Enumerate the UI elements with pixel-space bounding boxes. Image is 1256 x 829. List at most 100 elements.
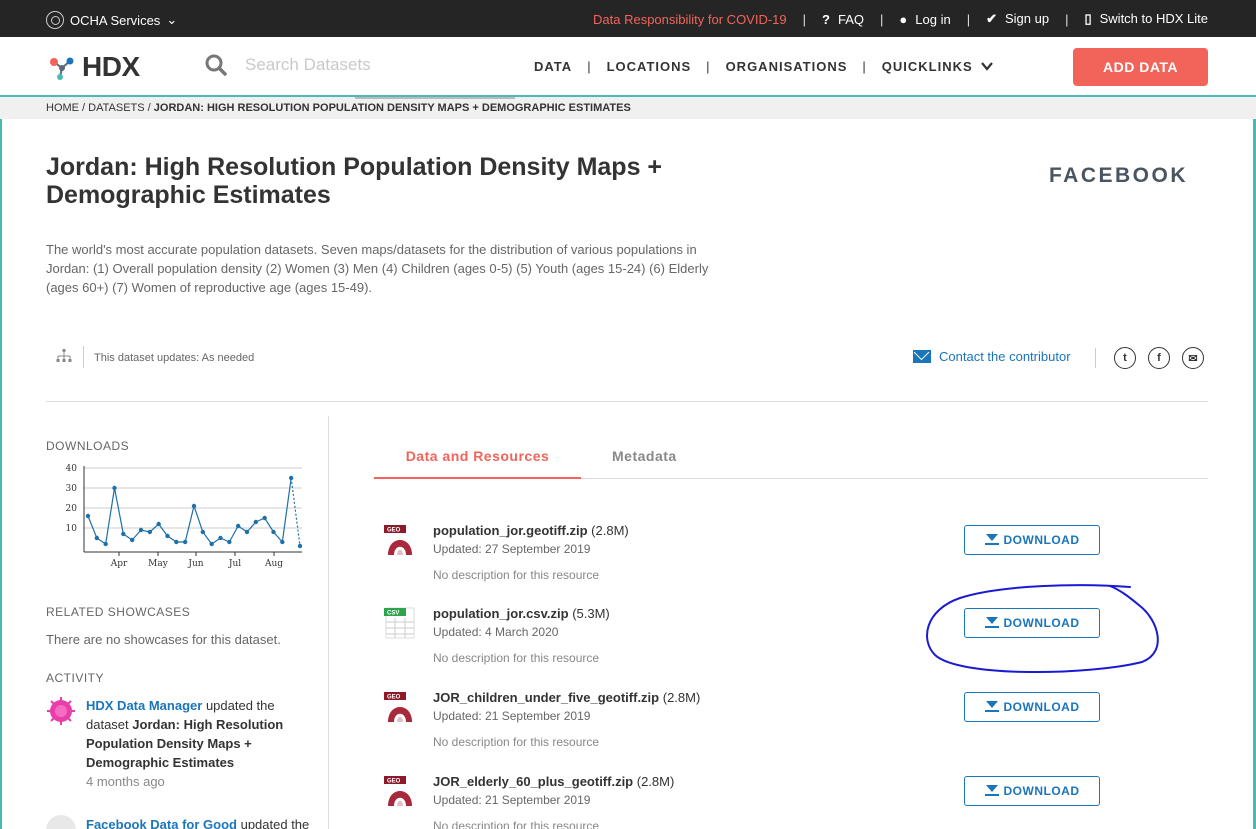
chart-point — [271, 529, 276, 535]
divider — [83, 346, 84, 368]
hdx-lite-link[interactable]: ▯ Switch to HDX Lite — [1084, 11, 1208, 27]
chart-point — [129, 537, 135, 543]
chart-point — [244, 529, 250, 535]
breadcrumb-home[interactable]: HOME — [46, 102, 79, 114]
nav-locations[interactable]: LOCATIONS — [607, 59, 692, 74]
downloads-heading: DOWNLOADS — [46, 439, 130, 453]
covid-link[interactable]: Data Responsibility for COVID-19 — [593, 12, 787, 27]
divider: | — [587, 59, 592, 74]
activity-actor-link[interactable]: HDX Data Manager — [86, 698, 202, 713]
resource-size: (2.8M) — [662, 690, 701, 705]
resource-filename: JOR_elderly_60_plus_geotiff.zip — [433, 774, 634, 789]
no-showcases-text: There are no showcases for this dataset. — [46, 632, 281, 647]
svg-text:GEO: GEO — [387, 779, 401, 785]
chart-point — [280, 539, 285, 545]
chart-x-tick-label: Aug — [264, 559, 283, 569]
ocha-services-label: OCHA Services — [70, 12, 161, 28]
resource-filename: JOR_children_under_five_geotiff.zip — [433, 690, 660, 705]
chart-point — [288, 475, 294, 481]
section-divider — [46, 401, 1208, 402]
login-link[interactable]: ● Log in — [899, 12, 950, 27]
svg-text:CSV: CSV — [387, 611, 399, 617]
chart-point — [227, 539, 232, 545]
twitter-icon[interactable]: t — [1114, 347, 1136, 369]
divider: | — [802, 11, 807, 27]
geo-file-icon: GEO — [384, 692, 414, 722]
activity-verb: updated the — [240, 817, 310, 829]
resource-size: (2.8M) — [591, 523, 629, 538]
csv-file-icon: CSV — [384, 607, 415, 639]
un-logo-icon — [46, 11, 64, 29]
download-label: DOWNLOAD — [1003, 616, 1080, 630]
divider: | — [862, 59, 867, 74]
divider: | — [706, 59, 711, 74]
chart-y-tick-label: 30 — [66, 484, 78, 494]
breadcrumb-progress-line — [355, 97, 515, 99]
chart-point — [218, 535, 223, 541]
frame-border-left — [0, 37, 2, 829]
chart-point — [165, 533, 170, 539]
resource-item: CSV population_jor.csv.zip (5.3M) Updated:… — [384, 606, 1208, 676]
divider — [1095, 348, 1096, 368]
faq-link[interactable]: ? FAQ — [822, 12, 864, 27]
share-icons: t f ✉ — [1114, 347, 1204, 369]
chart-point — [253, 519, 259, 525]
tab-metadata[interactable]: Metadata — [612, 448, 677, 464]
add-data-button[interactable]: ADD DATA — [1073, 48, 1208, 86]
download-button[interactable]: DOWNLOAD — [964, 608, 1100, 638]
download-button[interactable]: DOWNLOAD — [964, 776, 1100, 806]
download-label: DOWNLOAD — [1003, 700, 1080, 714]
search-box[interactable]: Search Datasets — [205, 54, 371, 76]
chart-point — [138, 527, 144, 533]
resource-name[interactable]: population_jor.csv.zip (5.3M) — [433, 606, 610, 621]
main-nav: DATA | LOCATIONS | ORGANISATIONS | QUICK… — [534, 59, 994, 74]
chart-point — [103, 541, 108, 547]
signup-link[interactable]: ✔ Sign up — [986, 11, 1049, 27]
search-input[interactable]: Search Datasets — [245, 55, 371, 75]
download-icon — [984, 701, 999, 713]
avatar — [47, 697, 75, 725]
activity-actor-link[interactable]: Facebook Data for Good — [86, 817, 237, 829]
chart-point — [112, 485, 117, 491]
hdx-logo-icon — [50, 57, 74, 80]
related-showcases-heading: RELATED SHOWCASES — [46, 605, 191, 619]
question-icon: ? — [822, 11, 830, 27]
divider: | — [880, 11, 884, 27]
resource-item: GEO population_jor.geotiff.zip (2.8M) Upda… — [384, 523, 1208, 593]
svg-text:GEO: GEO — [387, 695, 401, 701]
nav-quicklinks[interactable]: QUICKLINKS — [882, 59, 994, 74]
nav-data[interactable]: DATA — [534, 59, 572, 74]
ocha-services-menu[interactable]: OCHA Services ⌄ — [46, 11, 177, 29]
nav-organisations[interactable]: ORGANISATIONS — [726, 59, 848, 74]
download-label: DOWNLOAD — [1003, 784, 1080, 798]
resource-name[interactable]: population_jor.geotiff.zip (2.8M) — [433, 523, 629, 538]
chart-point — [209, 541, 214, 547]
nav-quicklinks-label: QUICKLINKS — [881, 59, 973, 74]
chart-x-tick-label: Apr — [110, 559, 128, 569]
activity-text: HDX Data Manager updated the dataset Jor… — [86, 696, 316, 791]
email-share-icon[interactable]: ✉ — [1182, 347, 1204, 369]
breadcrumb-datasets[interactable]: DATASETS — [88, 102, 144, 114]
resource-size: (5.3M) — [572, 606, 610, 621]
tab-data-and-resources[interactable]: Data and Resources — [374, 448, 581, 479]
facebook-icon[interactable]: f — [1148, 347, 1170, 369]
update-frequency: This dataset updates: As needed — [94, 352, 255, 364]
download-button[interactable]: DOWNLOAD — [964, 692, 1100, 722]
resource-description: No description for this resource — [433, 568, 600, 582]
avatar — [46, 815, 76, 829]
organisation-logo[interactable]: FACEBOOK — [1049, 164, 1188, 188]
chart-point — [297, 543, 303, 549]
dataset-meta-row: This dataset updates: As needed Contact … — [46, 345, 1208, 375]
download-button[interactable]: DOWNLOAD — [964, 525, 1100, 555]
resource-name[interactable]: JOR_children_under_five_geotiff.zip (2.8… — [433, 690, 700, 705]
check-circle-icon: ✔ — [986, 11, 997, 26]
chart-point — [182, 539, 188, 545]
resource-size: (2.8M) — [636, 774, 675, 789]
chart-point — [94, 535, 100, 541]
resource-name[interactable]: JOR_elderly_60_plus_geotiff.zip (2.8M) — [433, 774, 674, 789]
chevron-down-icon — [981, 62, 994, 71]
hdx-logo[interactable]: HDX — [46, 51, 140, 83]
chart-point — [174, 539, 179, 545]
contact-contributor-link[interactable]: Contact the contributor — [913, 349, 1071, 364]
activity-time: 4 months ago — [86, 774, 165, 789]
